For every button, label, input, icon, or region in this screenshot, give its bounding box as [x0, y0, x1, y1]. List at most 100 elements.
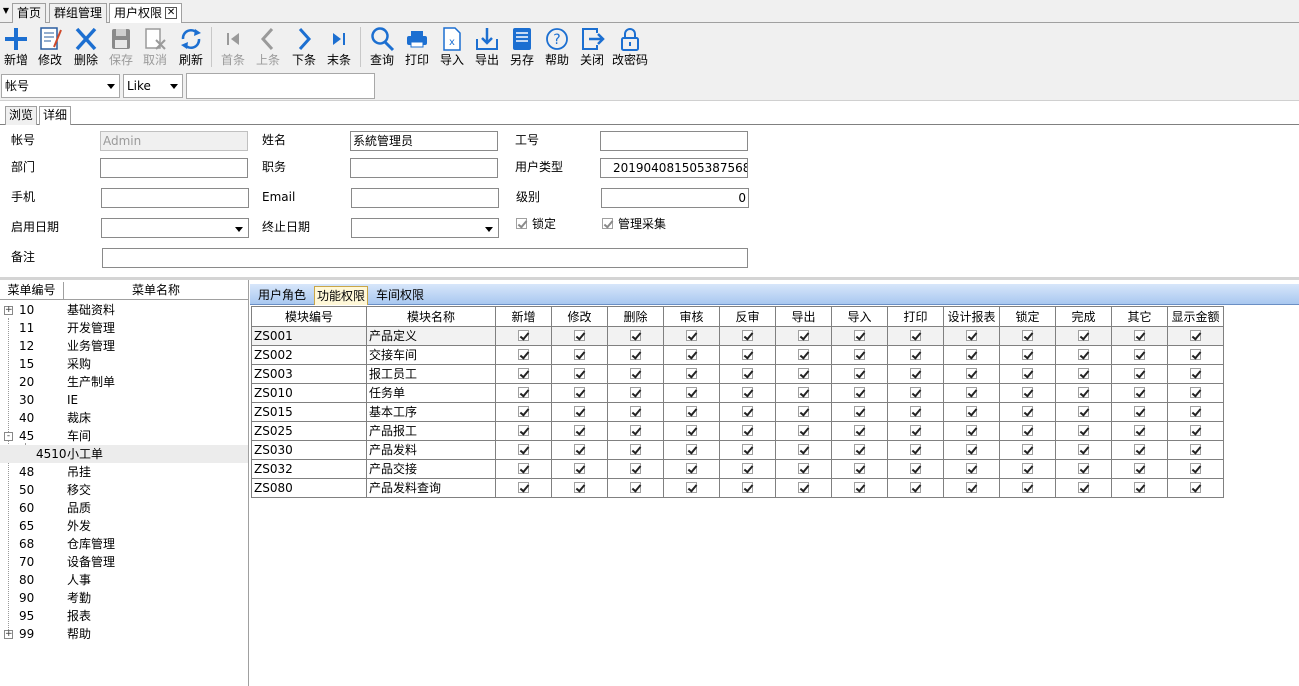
permission-checkbox[interactable]	[574, 330, 585, 341]
permission-checkbox[interactable]	[574, 444, 585, 455]
permission-checkbox[interactable]	[1078, 387, 1089, 398]
module-name-cell[interactable]: 产品定义	[366, 326, 496, 346]
permission-checkbox[interactable]	[574, 482, 585, 493]
module-name-cell[interactable]: 基本工序	[366, 402, 496, 422]
permission-cell[interactable]	[1111, 364, 1168, 384]
permission-cell[interactable]	[607, 402, 664, 422]
permission-cell[interactable]	[831, 402, 888, 422]
permission-cell[interactable]	[1111, 440, 1168, 460]
import-button[interactable]: x 导入	[438, 25, 466, 71]
permission-cell[interactable]	[831, 421, 888, 441]
table-row[interactable]: ZS003 报工员工	[251, 364, 1224, 384]
grid-column-header[interactable]: 新增	[495, 306, 552, 327]
edit-button[interactable]: 修改	[36, 25, 64, 71]
collect-checkbox[interactable]: 管理采集	[602, 216, 666, 232]
permission-cell[interactable]	[887, 345, 944, 365]
permission-checkbox[interactable]	[1190, 406, 1201, 417]
permission-cell[interactable]	[551, 459, 608, 479]
permission-cell[interactable]	[887, 459, 944, 479]
tree-item[interactable]: 40 裁床	[0, 409, 248, 427]
permission-checkbox[interactable]	[1134, 330, 1145, 341]
permission-checkbox[interactable]	[686, 406, 697, 417]
permission-cell[interactable]	[775, 440, 832, 460]
permission-checkbox[interactable]	[574, 368, 585, 379]
grid-column-header[interactable]: 导入	[831, 306, 888, 327]
module-code-cell[interactable]: ZS080	[251, 478, 367, 498]
permission-checkbox[interactable]	[1134, 463, 1145, 474]
permission-cell[interactable]	[999, 364, 1056, 384]
permission-checkbox[interactable]	[1022, 425, 1033, 436]
permission-cell[interactable]	[719, 364, 776, 384]
permission-checkbox[interactable]	[1134, 349, 1145, 360]
permission-cell[interactable]	[719, 440, 776, 460]
chevron-down-icon[interactable]	[232, 219, 246, 237]
table-row[interactable]: ZS010 任务单	[251, 383, 1224, 403]
permission-checkbox[interactable]	[1190, 463, 1201, 474]
permission-cell[interactable]	[887, 326, 944, 346]
permission-checkbox[interactable]	[966, 368, 977, 379]
permission-cell[interactable]	[831, 326, 888, 346]
usertype-field[interactable]: 2019040815053875683	[600, 158, 748, 178]
account-field[interactable]: Admin	[100, 131, 248, 151]
filter-field-select[interactable]: 帐号	[1, 74, 120, 98]
permission-cell[interactable]	[1055, 421, 1112, 441]
tab-home[interactable]: 首页	[12, 3, 47, 23]
tree-item[interactable]: 60 品质	[0, 499, 248, 517]
permission-checkbox[interactable]	[854, 349, 865, 360]
permission-checkbox[interactable]	[686, 330, 697, 341]
permission-checkbox[interactable]	[518, 387, 529, 398]
permission-checkbox[interactable]	[518, 425, 529, 436]
permission-checkbox[interactable]	[686, 387, 697, 398]
permission-cell[interactable]	[495, 440, 552, 460]
permission-cell[interactable]	[1111, 402, 1168, 422]
permission-checkbox[interactable]	[630, 406, 641, 417]
permission-cell[interactable]	[495, 364, 552, 384]
grid-column-header[interactable]: 打印	[887, 306, 944, 327]
grid-column-header[interactable]: 模块编号	[251, 306, 367, 327]
permission-checkbox[interactable]	[518, 368, 529, 379]
permission-cell[interactable]	[607, 478, 664, 498]
permission-cell[interactable]	[887, 402, 944, 422]
permission-checkbox[interactable]	[742, 330, 753, 341]
permission-checkbox[interactable]	[686, 368, 697, 379]
tree-item[interactable]: +99 帮助	[0, 625, 248, 643]
permission-cell[interactable]	[1167, 459, 1224, 479]
permission-checkbox[interactable]	[1022, 349, 1033, 360]
permission-checkbox[interactable]	[1078, 349, 1089, 360]
permission-cell[interactable]	[999, 345, 1056, 365]
table-row[interactable]: ZS032 产品交接	[251, 459, 1224, 479]
module-name-cell[interactable]: 任务单	[366, 383, 496, 403]
locked-check-icon[interactable]	[516, 218, 527, 229]
permission-checkbox[interactable]	[966, 406, 977, 417]
permission-cell[interactable]	[607, 440, 664, 460]
permission-cell[interactable]	[775, 478, 832, 498]
filter-operator-select[interactable]: Like	[123, 74, 183, 98]
permission-cell[interactable]	[1167, 326, 1224, 346]
permission-cell[interactable]	[663, 383, 720, 403]
permission-cell[interactable]	[943, 364, 1000, 384]
cancel-button[interactable]: 取消	[141, 25, 169, 71]
expand-icon[interactable]: +	[4, 306, 13, 315]
table-row[interactable]: ZS080 产品发料查询	[251, 478, 1224, 498]
permission-checkbox[interactable]	[798, 406, 809, 417]
table-row[interactable]: ZS001 产品定义	[251, 326, 1224, 346]
permission-cell[interactable]	[663, 326, 720, 346]
permission-cell[interactable]	[1055, 364, 1112, 384]
tab-user-permissions[interactable]: 用户权限 ✕	[109, 3, 183, 24]
permission-cell[interactable]	[551, 326, 608, 346]
print-button[interactable]: 打印	[403, 25, 431, 71]
grid-column-header[interactable]: 修改	[551, 306, 608, 327]
table-row[interactable]: ZS002 交接车间	[251, 345, 1224, 365]
permission-checkbox[interactable]	[1190, 425, 1201, 436]
permission-cell[interactable]	[1111, 421, 1168, 441]
tree-item[interactable]: 68 仓库管理	[0, 535, 248, 553]
permission-checkbox[interactable]	[518, 463, 529, 474]
permission-cell[interactable]	[719, 326, 776, 346]
table-row[interactable]: ZS015 基本工序	[251, 402, 1224, 422]
permission-checkbox[interactable]	[518, 444, 529, 455]
permission-checkbox[interactable]	[1134, 444, 1145, 455]
end-date-picker[interactable]	[351, 218, 499, 238]
prev-record-button[interactable]: 上条	[254, 25, 282, 71]
permission-cell[interactable]	[943, 383, 1000, 403]
permission-cell[interactable]	[1111, 478, 1168, 498]
